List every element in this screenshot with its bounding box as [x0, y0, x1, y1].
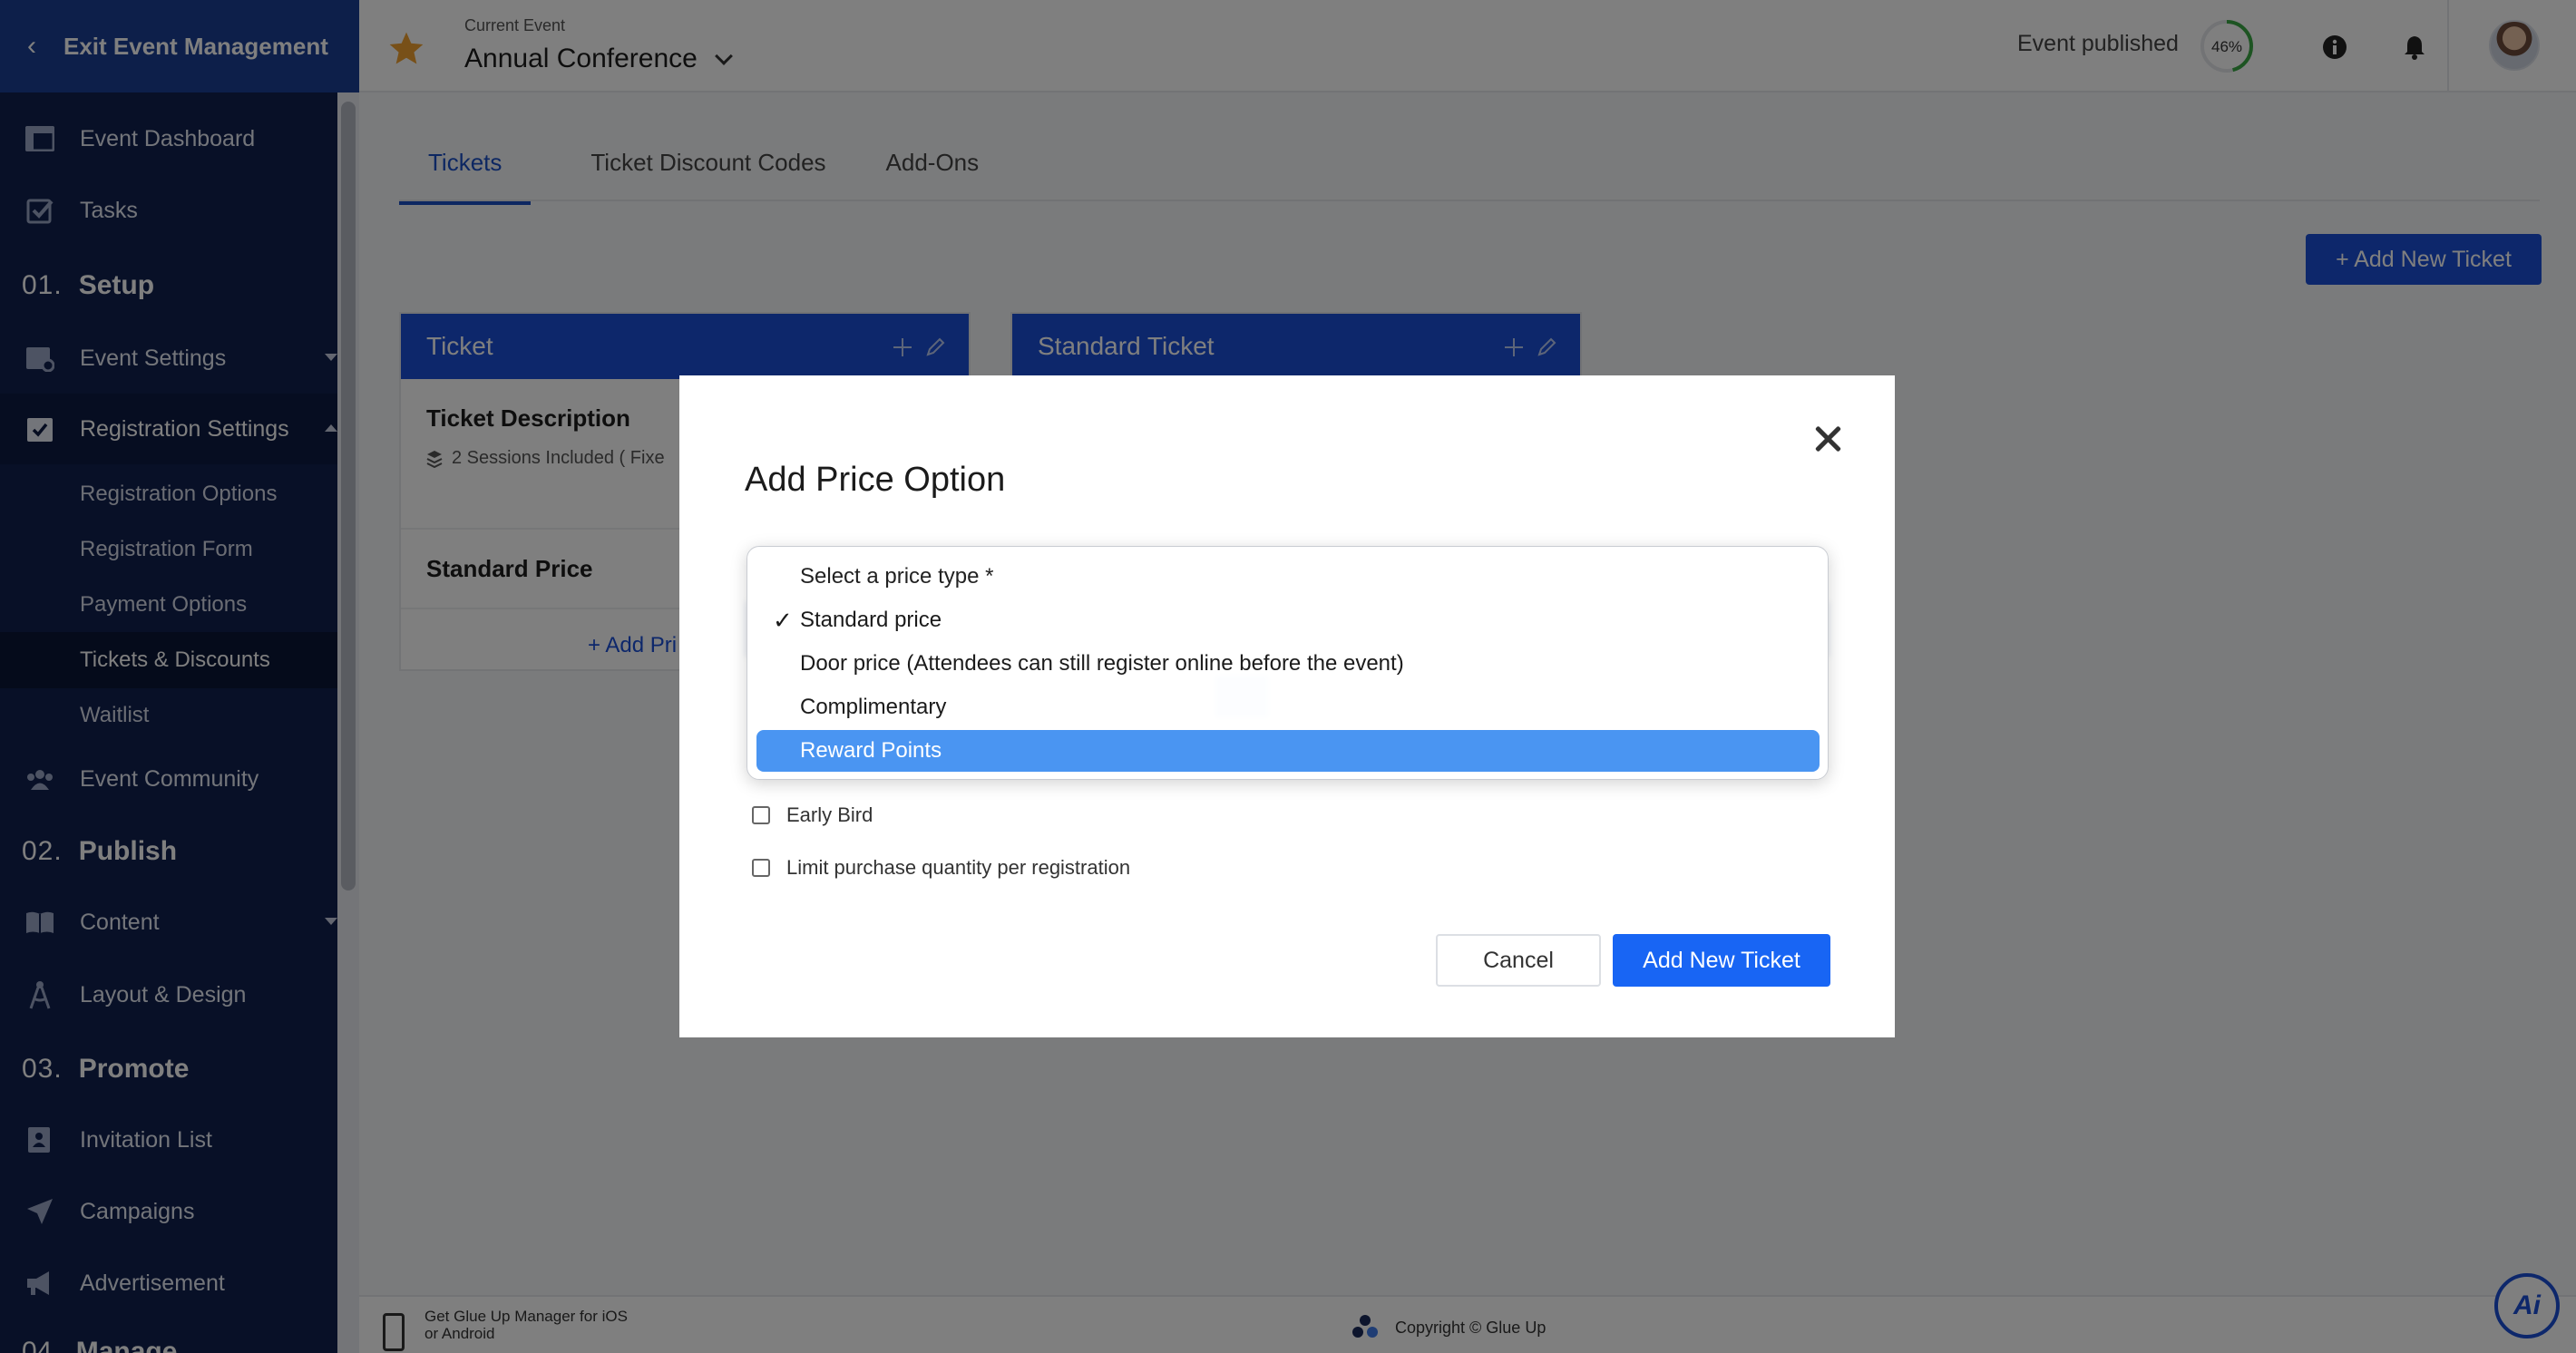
- option-standard-price[interactable]: ✓ Standard price: [756, 599, 1820, 641]
- close-icon[interactable]: [1810, 421, 1846, 457]
- limit-quantity-option[interactable]: Limit purchase quantity per registration: [752, 856, 1130, 880]
- option-label: Complimentary: [800, 695, 947, 719]
- option-label: Reward Points: [800, 738, 942, 763]
- option-complimentary[interactable]: Complimentary: [756, 686, 1820, 728]
- early-bird-checkbox[interactable]: [752, 806, 770, 824]
- checkmark-icon: ✓: [773, 607, 793, 634]
- option-label: Standard price: [800, 608, 942, 632]
- option-label: Select a price type *: [800, 564, 994, 589]
- add-new-ticket-submit-button[interactable]: Add New Ticket: [1613, 934, 1830, 987]
- early-bird-option[interactable]: Early Bird: [752, 803, 873, 827]
- option-reward-points[interactable]: Reward Points: [756, 730, 1820, 772]
- early-bird-label: Early Bird: [786, 803, 873, 826]
- price-type-dropdown-list[interactable]: Select a price type * ✓ Standard price D…: [746, 546, 1829, 780]
- cancel-button[interactable]: Cancel: [1436, 934, 1601, 987]
- option-label: Door price (Attendees can still register…: [800, 651, 1404, 676]
- limit-quantity-label: Limit purchase quantity per registration: [786, 856, 1131, 879]
- modal-title: Add Price Option: [745, 461, 1006, 499]
- option-door-price[interactable]: Door price (Attendees can still register…: [756, 643, 1820, 685]
- limit-quantity-checkbox[interactable]: [752, 859, 770, 877]
- option-placeholder: Select a price type *: [756, 556, 1820, 598]
